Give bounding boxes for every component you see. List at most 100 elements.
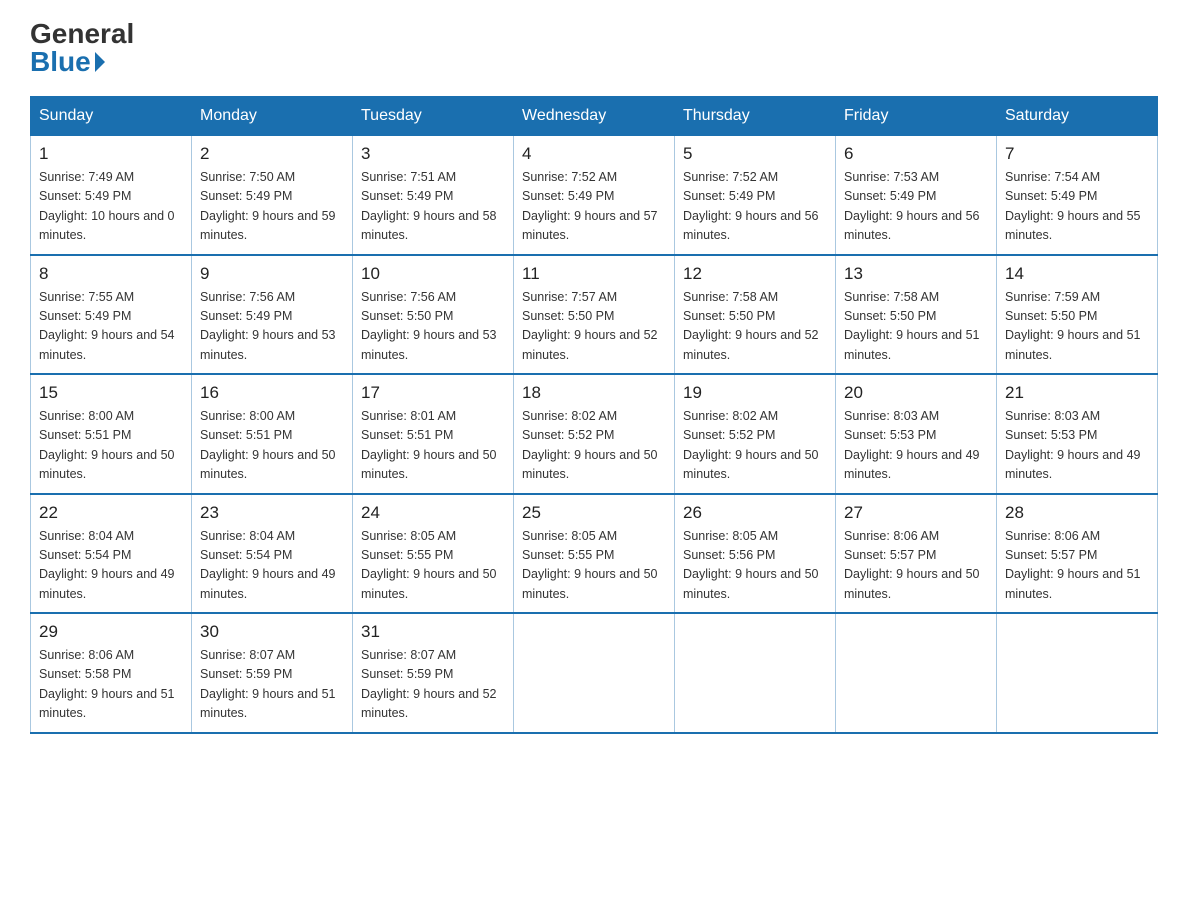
day-number: 18	[522, 383, 666, 403]
page-header: General Blue	[30, 20, 1158, 76]
day-number: 16	[200, 383, 344, 403]
day-info: Sunrise: 8:03 AMSunset: 5:53 PMDaylight:…	[1005, 407, 1149, 485]
calendar-week-row: 8 Sunrise: 7:55 AMSunset: 5:49 PMDayligh…	[31, 255, 1158, 375]
day-info: Sunrise: 7:59 AMSunset: 5:50 PMDaylight:…	[1005, 288, 1149, 366]
col-monday: Monday	[192, 97, 353, 136]
day-info: Sunrise: 7:56 AMSunset: 5:50 PMDaylight:…	[361, 288, 505, 366]
table-row: 31 Sunrise: 8:07 AMSunset: 5:59 PMDaylig…	[353, 613, 514, 733]
col-tuesday: Tuesday	[353, 97, 514, 136]
table-row: 6 Sunrise: 7:53 AMSunset: 5:49 PMDayligh…	[836, 136, 997, 255]
day-number: 2	[200, 144, 344, 164]
calendar-week-row: 29 Sunrise: 8:06 AMSunset: 5:58 PMDaylig…	[31, 613, 1158, 733]
table-row: 17 Sunrise: 8:01 AMSunset: 5:51 PMDaylig…	[353, 374, 514, 494]
day-number: 28	[1005, 503, 1149, 523]
day-number: 24	[361, 503, 505, 523]
table-row: 5 Sunrise: 7:52 AMSunset: 5:49 PMDayligh…	[675, 136, 836, 255]
day-info: Sunrise: 7:50 AMSunset: 5:49 PMDaylight:…	[200, 168, 344, 246]
table-row: 29 Sunrise: 8:06 AMSunset: 5:58 PMDaylig…	[31, 613, 192, 733]
table-row: 9 Sunrise: 7:56 AMSunset: 5:49 PMDayligh…	[192, 255, 353, 375]
day-number: 12	[683, 264, 827, 284]
day-info: Sunrise: 7:49 AMSunset: 5:49 PMDaylight:…	[39, 168, 183, 246]
day-info: Sunrise: 7:55 AMSunset: 5:49 PMDaylight:…	[39, 288, 183, 366]
day-info: Sunrise: 7:51 AMSunset: 5:49 PMDaylight:…	[361, 168, 505, 246]
day-info: Sunrise: 8:07 AMSunset: 5:59 PMDaylight:…	[361, 646, 505, 724]
day-number: 17	[361, 383, 505, 403]
table-row	[514, 613, 675, 733]
day-number: 14	[1005, 264, 1149, 284]
table-row: 22 Sunrise: 8:04 AMSunset: 5:54 PMDaylig…	[31, 494, 192, 614]
table-row: 13 Sunrise: 7:58 AMSunset: 5:50 PMDaylig…	[836, 255, 997, 375]
day-number: 11	[522, 264, 666, 284]
day-number: 7	[1005, 144, 1149, 164]
logo-general-text: General	[30, 20, 134, 48]
table-row	[997, 613, 1158, 733]
day-info: Sunrise: 8:05 AMSunset: 5:55 PMDaylight:…	[522, 527, 666, 605]
day-number: 21	[1005, 383, 1149, 403]
day-info: Sunrise: 7:52 AMSunset: 5:49 PMDaylight:…	[683, 168, 827, 246]
day-info: Sunrise: 7:53 AMSunset: 5:49 PMDaylight:…	[844, 168, 988, 246]
table-row: 27 Sunrise: 8:06 AMSunset: 5:57 PMDaylig…	[836, 494, 997, 614]
day-number: 25	[522, 503, 666, 523]
day-number: 3	[361, 144, 505, 164]
day-info: Sunrise: 8:06 AMSunset: 5:57 PMDaylight:…	[1005, 527, 1149, 605]
table-row: 16 Sunrise: 8:00 AMSunset: 5:51 PMDaylig…	[192, 374, 353, 494]
table-row: 14 Sunrise: 7:59 AMSunset: 5:50 PMDaylig…	[997, 255, 1158, 375]
day-info: Sunrise: 8:05 AMSunset: 5:55 PMDaylight:…	[361, 527, 505, 605]
table-row: 28 Sunrise: 8:06 AMSunset: 5:57 PMDaylig…	[997, 494, 1158, 614]
day-info: Sunrise: 7:56 AMSunset: 5:49 PMDaylight:…	[200, 288, 344, 366]
table-row: 4 Sunrise: 7:52 AMSunset: 5:49 PMDayligh…	[514, 136, 675, 255]
table-row: 19 Sunrise: 8:02 AMSunset: 5:52 PMDaylig…	[675, 374, 836, 494]
day-number: 20	[844, 383, 988, 403]
day-number: 27	[844, 503, 988, 523]
day-number: 1	[39, 144, 183, 164]
calendar-week-row: 1 Sunrise: 7:49 AMSunset: 5:49 PMDayligh…	[31, 136, 1158, 255]
table-row	[836, 613, 997, 733]
table-row: 26 Sunrise: 8:05 AMSunset: 5:56 PMDaylig…	[675, 494, 836, 614]
calendar-header-row: Sunday Monday Tuesday Wednesday Thursday…	[31, 97, 1158, 136]
calendar-week-row: 22 Sunrise: 8:04 AMSunset: 5:54 PMDaylig…	[31, 494, 1158, 614]
day-info: Sunrise: 8:04 AMSunset: 5:54 PMDaylight:…	[39, 527, 183, 605]
col-saturday: Saturday	[997, 97, 1158, 136]
col-thursday: Thursday	[675, 97, 836, 136]
day-number: 6	[844, 144, 988, 164]
table-row: 3 Sunrise: 7:51 AMSunset: 5:49 PMDayligh…	[353, 136, 514, 255]
day-number: 13	[844, 264, 988, 284]
logo-blue-text: Blue	[30, 48, 105, 76]
table-row: 11 Sunrise: 7:57 AMSunset: 5:50 PMDaylig…	[514, 255, 675, 375]
table-row: 30 Sunrise: 8:07 AMSunset: 5:59 PMDaylig…	[192, 613, 353, 733]
day-number: 8	[39, 264, 183, 284]
day-number: 10	[361, 264, 505, 284]
table-row: 8 Sunrise: 7:55 AMSunset: 5:49 PMDayligh…	[31, 255, 192, 375]
day-info: Sunrise: 8:07 AMSunset: 5:59 PMDaylight:…	[200, 646, 344, 724]
col-friday: Friday	[836, 97, 997, 136]
day-info: Sunrise: 8:02 AMSunset: 5:52 PMDaylight:…	[683, 407, 827, 485]
day-number: 22	[39, 503, 183, 523]
col-sunday: Sunday	[31, 97, 192, 136]
table-row	[675, 613, 836, 733]
table-row: 25 Sunrise: 8:05 AMSunset: 5:55 PMDaylig…	[514, 494, 675, 614]
day-number: 29	[39, 622, 183, 642]
day-info: Sunrise: 8:06 AMSunset: 5:58 PMDaylight:…	[39, 646, 183, 724]
table-row: 21 Sunrise: 8:03 AMSunset: 5:53 PMDaylig…	[997, 374, 1158, 494]
day-info: Sunrise: 8:02 AMSunset: 5:52 PMDaylight:…	[522, 407, 666, 485]
day-number: 19	[683, 383, 827, 403]
day-number: 26	[683, 503, 827, 523]
table-row: 15 Sunrise: 8:00 AMSunset: 5:51 PMDaylig…	[31, 374, 192, 494]
table-row: 2 Sunrise: 7:50 AMSunset: 5:49 PMDayligh…	[192, 136, 353, 255]
day-info: Sunrise: 8:00 AMSunset: 5:51 PMDaylight:…	[200, 407, 344, 485]
day-number: 15	[39, 383, 183, 403]
day-info: Sunrise: 7:58 AMSunset: 5:50 PMDaylight:…	[844, 288, 988, 366]
table-row: 23 Sunrise: 8:04 AMSunset: 5:54 PMDaylig…	[192, 494, 353, 614]
col-wednesday: Wednesday	[514, 97, 675, 136]
table-row: 24 Sunrise: 8:05 AMSunset: 5:55 PMDaylig…	[353, 494, 514, 614]
day-info: Sunrise: 7:57 AMSunset: 5:50 PMDaylight:…	[522, 288, 666, 366]
calendar-table: Sunday Monday Tuesday Wednesday Thursday…	[30, 96, 1158, 734]
day-info: Sunrise: 8:04 AMSunset: 5:54 PMDaylight:…	[200, 527, 344, 605]
table-row: 10 Sunrise: 7:56 AMSunset: 5:50 PMDaylig…	[353, 255, 514, 375]
day-info: Sunrise: 8:01 AMSunset: 5:51 PMDaylight:…	[361, 407, 505, 485]
day-info: Sunrise: 8:06 AMSunset: 5:57 PMDaylight:…	[844, 527, 988, 605]
logo-triangle-icon	[95, 52, 105, 72]
day-number: 23	[200, 503, 344, 523]
day-info: Sunrise: 7:54 AMSunset: 5:49 PMDaylight:…	[1005, 168, 1149, 246]
table-row: 18 Sunrise: 8:02 AMSunset: 5:52 PMDaylig…	[514, 374, 675, 494]
